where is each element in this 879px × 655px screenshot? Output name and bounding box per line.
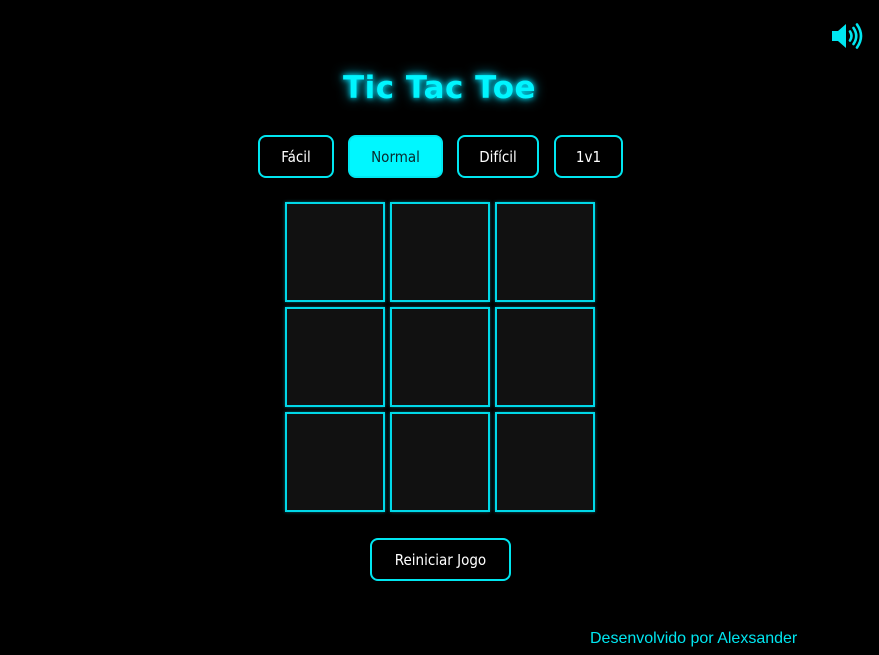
board-cell-6[interactable] xyxy=(495,307,595,407)
board-cell-1[interactable] xyxy=(285,202,385,302)
difficulty-normal-button[interactable]: Normal xyxy=(348,135,443,178)
board-cell-4[interactable] xyxy=(285,307,385,407)
footer-credit: Desenvolvido por Alexsander xyxy=(590,630,798,647)
board-cell-8[interactable] xyxy=(390,412,490,512)
difficulty-easy-button[interactable]: Fácil xyxy=(258,135,334,178)
game-title: Tic Tac Toe xyxy=(342,70,537,106)
board-cell-2[interactable] xyxy=(390,202,490,302)
board-cell-9[interactable] xyxy=(495,412,595,512)
difficulty-1v1-button[interactable]: 1v1 xyxy=(554,135,623,178)
board-cell-5[interactable] xyxy=(390,307,490,407)
game-board xyxy=(285,202,597,514)
difficulty-hard-button[interactable]: Difícil xyxy=(457,135,539,178)
speaker-volume-icon xyxy=(829,20,865,52)
sound-toggle-button[interactable] xyxy=(829,20,865,52)
board-cell-7[interactable] xyxy=(285,412,385,512)
reset-game-button[interactable]: Reiniciar Jogo xyxy=(370,538,511,581)
board-cell-3[interactable] xyxy=(495,202,595,302)
